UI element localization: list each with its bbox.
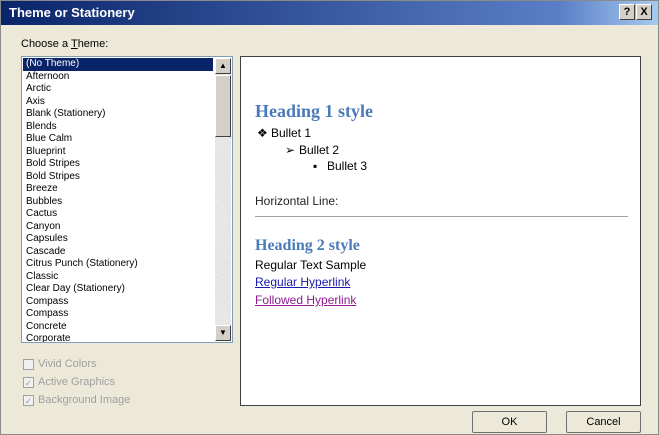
preview-hr-label: Horizontal Line:	[255, 194, 339, 208]
theme-list-item[interactable]: Blueprint	[23, 146, 213, 159]
list-scrollbar[interactable]: ▲ ▼	[215, 58, 231, 341]
active-graphics-checkbox[interactable]: ✓ Active Graphics	[23, 376, 115, 388]
vivid-colors-label: Vivid Colors	[38, 358, 97, 370]
theme-list-item[interactable]: Concrete	[23, 321, 213, 334]
theme-dialog: Theme or Stationery ? X Choose a Theme: …	[0, 0, 659, 435]
dialog-title: Theme or Stationery	[9, 5, 135, 20]
active-graphics-label: Active Graphics	[38, 376, 116, 388]
theme-list-item[interactable]: Corporate	[23, 333, 213, 342]
theme-preview-pane: Heading 1 style ❖ Bullet 1 ➢ Bullet 2 ▪ Bul…	[240, 56, 641, 406]
theme-list-item[interactable]: Classic	[23, 271, 213, 284]
preview-bullet-1-text: Bullet 1	[271, 126, 312, 140]
theme-list-item[interactable]: Blends	[23, 121, 213, 134]
preview-regular-text: Regular Text Sample	[255, 258, 367, 272]
theme-list-item[interactable]: Breeze	[23, 183, 213, 196]
theme-list-item[interactable]: Compass	[23, 308, 213, 321]
theme-list-item[interactable]: Cactus	[23, 208, 213, 221]
preview-horizontal-line	[255, 216, 628, 217]
active-graphics-box[interactable]: ✓	[23, 376, 34, 388]
theme-list: (No Theme) Afternoon Arctic Axis Blank (Stat…	[23, 58, 213, 342]
preview-bullet-1: ❖ Bullet 1	[257, 126, 311, 140]
scroll-thumb[interactable]	[215, 75, 231, 137]
theme-list-item[interactable]: Citrus Punch (Stationery)	[23, 258, 213, 271]
theme-list-item[interactable]: Blank (Stationery)	[23, 108, 213, 121]
preview-bullet-3-text: Bullet 3	[327, 159, 368, 173]
bullet-square-icon: ▪	[313, 159, 318, 173]
ok-button[interactable]: OK	[472, 411, 547, 433]
preview-heading2: Heading 2 style	[255, 237, 360, 254]
bullet-arrow-icon: ➢	[285, 143, 296, 157]
theme-list-item[interactable]: Clear Day (Stationery)	[23, 283, 213, 296]
cancel-button[interactable]: Cancel	[566, 411, 641, 433]
preview-bullet-2: ➢ Bullet 2	[285, 143, 339, 157]
theme-list-item[interactable]: Afternoon	[23, 71, 213, 84]
bullet-diamond-icon: ❖	[257, 126, 268, 140]
theme-list-item[interactable]: Bold Stripes	[23, 171, 213, 184]
scroll-down-button[interactable]: ▼	[215, 325, 231, 341]
preview-followed-hyperlink[interactable]: Followed Hyperlink	[255, 293, 356, 307]
theme-list-item[interactable]: Capsules	[23, 233, 213, 246]
preview-bullet-2-text: Bullet 2	[299, 143, 340, 157]
background-image-checkbox[interactable]: ✓ Background Image	[23, 394, 130, 406]
theme-list-item[interactable]: Compass	[23, 296, 213, 309]
choose-theme-label: Choose a Theme:	[21, 38, 109, 50]
theme-list-item[interactable]: Blue Calm	[23, 133, 213, 146]
vivid-colors-box[interactable]	[23, 358, 34, 370]
help-button[interactable]: ?	[619, 4, 635, 20]
title-bar[interactable]: Theme or Stationery ? X	[1, 1, 658, 25]
theme-list-item[interactable]: Bold Stripes	[23, 158, 213, 171]
theme-listbox[interactable]: (No Theme) Afternoon Arctic Axis Blank (Stat…	[21, 56, 233, 343]
theme-list-item[interactable]: Axis	[23, 96, 213, 109]
theme-list-item[interactable]: (No Theme)	[23, 58, 213, 71]
theme-list-item[interactable]: Canyon	[23, 221, 213, 234]
close-button[interactable]: X	[636, 4, 652, 20]
theme-list-item[interactable]: Arctic	[23, 83, 213, 96]
preview-hyperlink[interactable]: Regular Hyperlink	[255, 275, 350, 289]
vivid-colors-checkbox[interactable]: Vivid Colors	[23, 358, 97, 370]
preview-heading1: Heading 1 style	[255, 101, 374, 121]
background-image-label: Background Image	[38, 394, 131, 406]
scroll-up-button[interactable]: ▲	[215, 58, 231, 74]
theme-list-item[interactable]: Cascade	[23, 246, 213, 259]
background-image-box[interactable]: ✓	[23, 394, 34, 406]
theme-list-item[interactable]: Bubbles	[23, 196, 213, 209]
preview-bullet-3: ▪ Bullet 3	[313, 159, 367, 173]
